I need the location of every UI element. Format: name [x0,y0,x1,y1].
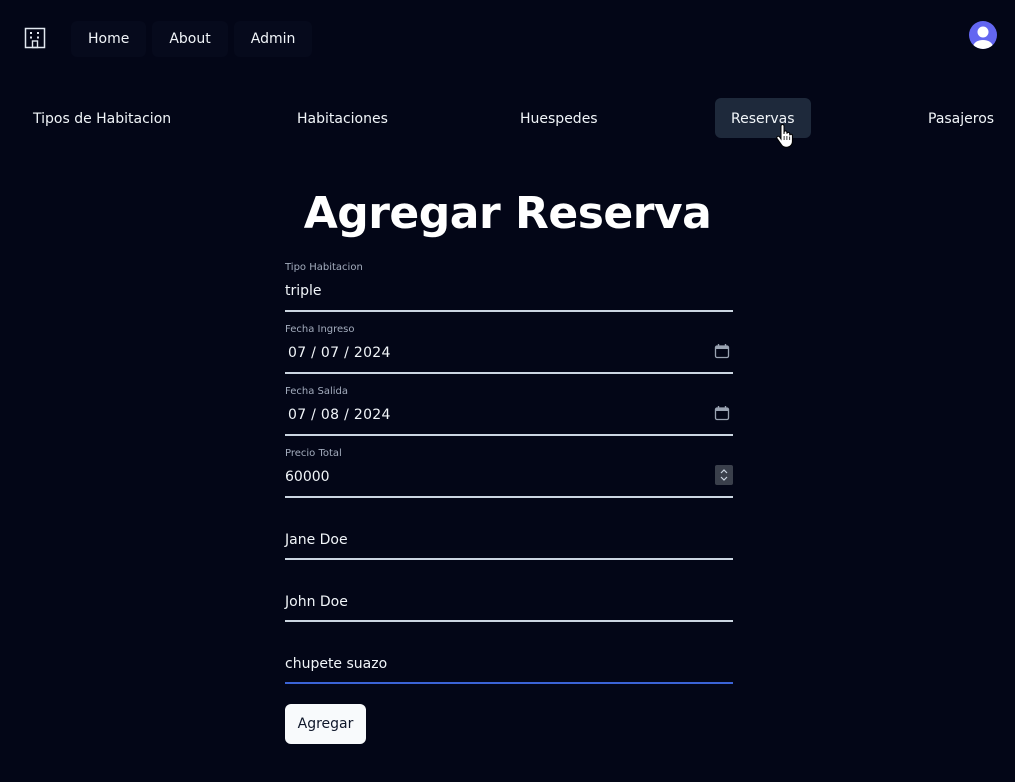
section-tabs: Tipos de Habitacion Habitaciones Huesped… [0,98,1015,138]
fecha-salida-value: 07 / 08 / 2024 [288,407,391,423]
tab-reservas[interactable]: Reservas [715,98,811,138]
fecha-ingreso-label: Fecha Ingreso [285,324,355,335]
calendar-icon[interactable] [714,343,730,359]
fecha-ingreso-field[interactable]: Fecha Ingreso 07 / 07 / 2024 [285,324,733,374]
tipo-habitacion-field[interactable]: Tipo Habitacion triple [285,262,733,312]
fecha-ingreso-value: 07 / 07 / 2024 [288,345,391,361]
tab-pasajeros[interactable]: Pasajeros [912,98,1010,138]
pasajero-value: John Doe [285,594,348,610]
agregar-button[interactable]: Agregar [285,704,366,744]
precio-total-value: 60000 [285,469,330,485]
building-icon[interactable] [24,27,46,49]
top-navbar: Home About Admin [0,0,1015,78]
tab-habitaciones[interactable]: Habitaciones [281,98,404,138]
calendar-icon[interactable] [714,405,730,421]
number-spinner[interactable] [715,465,733,485]
nav-admin[interactable]: Admin [233,21,313,57]
tipo-habitacion-label: Tipo Habitacion [285,262,363,273]
precio-total-label: Precio Total [285,448,342,459]
nav-home[interactable]: Home [71,21,147,57]
fecha-salida-label: Fecha Salida [285,386,349,397]
pasajero-field[interactable]: John Doe [285,572,733,622]
chevron-up-down-icon [720,469,728,481]
main-nav: Home About Admin [71,21,313,57]
fecha-salida-field[interactable]: Fecha Salida 07 / 08 / 2024 [285,386,733,436]
nav-about[interactable]: About [152,21,228,57]
user-avatar-icon[interactable] [969,21,997,49]
tipo-habitacion-value: triple [285,283,322,299]
pasajero-value: chupete suazo [285,656,388,672]
pasajero-value: Jane Doe [285,532,348,548]
tab-tipos-de-habitacion[interactable]: Tipos de Habitacion [17,98,187,138]
pasajero-field[interactable]: chupete suazo [285,634,733,684]
pasajero-field[interactable]: Jane Doe [285,510,733,560]
page-title: Agregar Reserva [303,188,712,239]
hand-pointer-icon [776,124,793,148]
precio-total-field[interactable]: Precio Total 60000 [285,448,733,498]
tab-huespedes[interactable]: Huespedes [504,98,614,138]
